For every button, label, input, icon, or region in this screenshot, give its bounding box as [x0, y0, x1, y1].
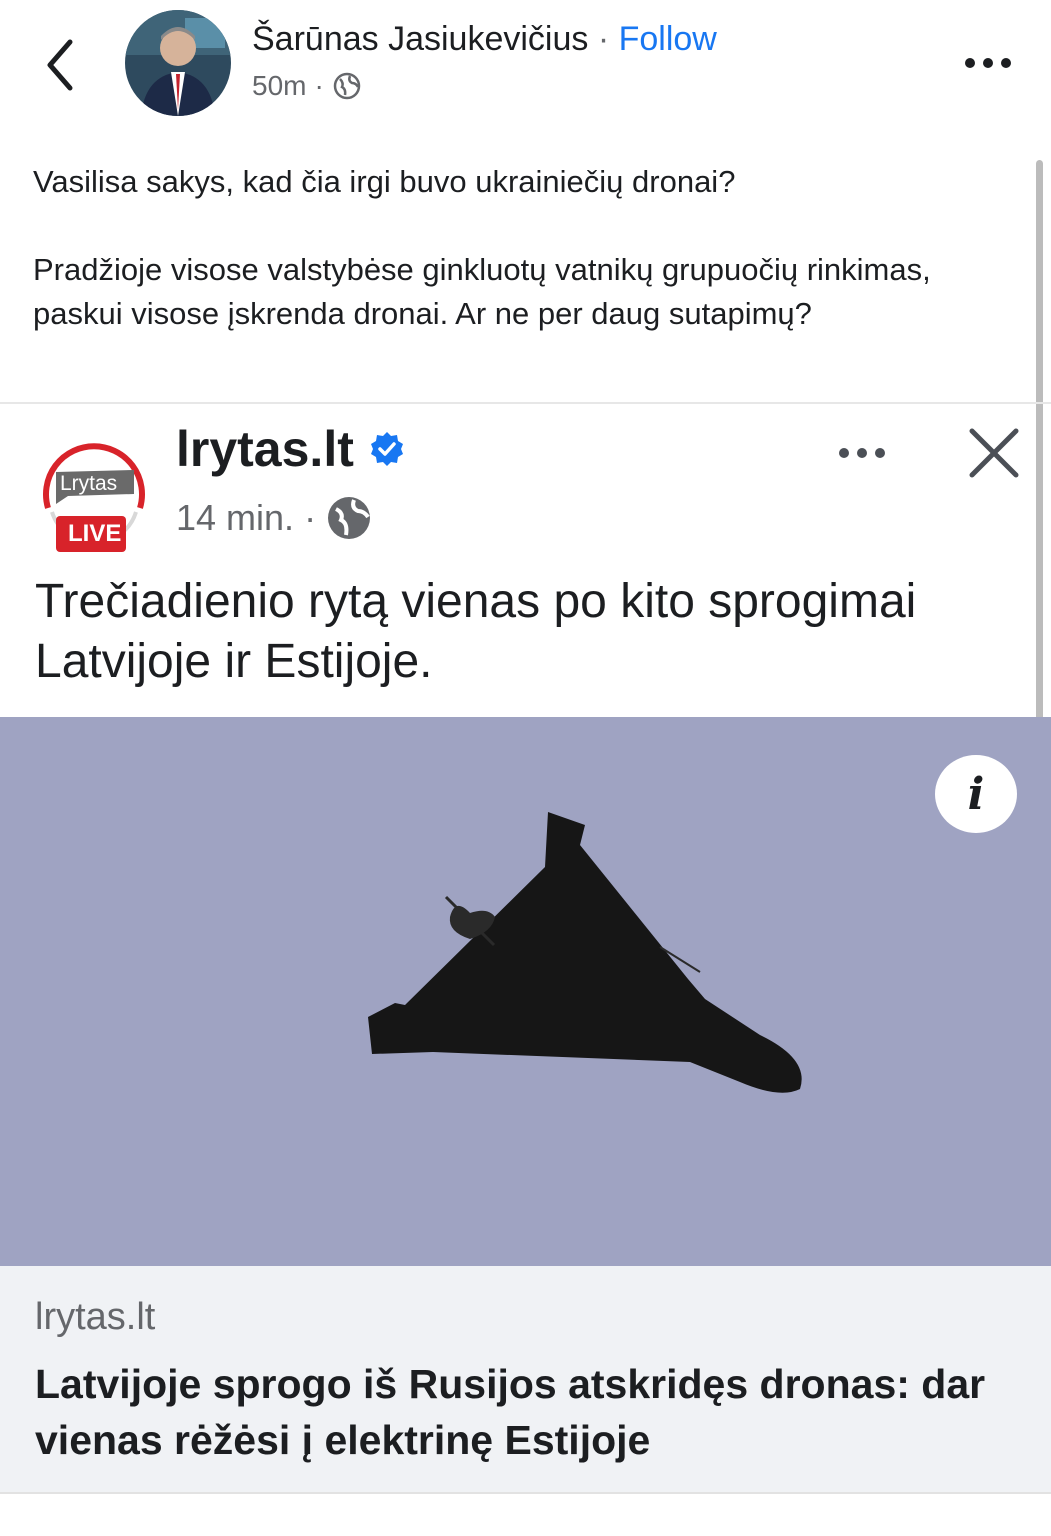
divider: [0, 1492, 1051, 1494]
verified-badge-icon: [370, 432, 403, 466]
shared-post-meta: 14 min. ·: [176, 495, 372, 541]
image-info-button[interactable]: i: [935, 755, 1017, 833]
post-image[interactable]: [0, 717, 1051, 1266]
follow-button[interactable]: Follow: [619, 20, 717, 58]
author-row: Šarūnas Jasiukevičius · Follow: [252, 20, 717, 59]
more-horizontal-icon: [965, 58, 1011, 68]
info-icon: i: [967, 768, 985, 820]
close-icon: [969, 428, 1019, 478]
shared-post-text: Trečiadienio rytą vienas po kito sprogim…: [35, 575, 917, 688]
more-options-button[interactable]: [960, 48, 1020, 78]
logo-text: Lrytas: [60, 472, 118, 495]
author-avatar[interactable]: [125, 10, 231, 116]
post-meta: 50m ·: [252, 70, 362, 102]
page-name-row: lrytas.lt: [176, 420, 406, 478]
meta-separator: ·: [314, 70, 324, 101]
globe-icon: [333, 72, 361, 100]
globe-icon: [328, 497, 371, 539]
meta-separator: ·: [304, 497, 317, 538]
shared-post-time[interactable]: 14 min.: [176, 497, 294, 539]
live-badge: LIVE: [68, 520, 122, 547]
page-logo[interactable]: Lrytas LIVE: [34, 430, 154, 560]
link-title[interactable]: Latvijoje sprogo iš Rusijos atskridęs dr…: [35, 1356, 1035, 1468]
divider: [0, 402, 1051, 404]
page-name[interactable]: lrytas.lt: [176, 420, 354, 478]
more-horizontal-icon: [839, 448, 885, 458]
close-button[interactable]: [966, 425, 1022, 481]
shared-more-options-button[interactable]: [834, 440, 894, 466]
post-text: Vasilisa sakys, kad čia irgi buvo ukrain…: [33, 160, 1003, 336]
post-time[interactable]: 50m: [252, 70, 306, 102]
post-paragraph: Vasilisa sakys, kad čia irgi buvo ukrain…: [33, 164, 736, 199]
scrollbar[interactable]: [1036, 160, 1043, 750]
author-name[interactable]: Šarūnas Jasiukevičius: [252, 20, 588, 58]
chevron-left-icon: [47, 39, 73, 91]
post-paragraph: Pradžioje visose valstybėse ginkluotų va…: [33, 252, 931, 331]
separator: ·: [588, 20, 619, 58]
link-domain: lrytas.lt: [35, 1296, 156, 1338]
back-button[interactable]: [40, 30, 90, 100]
